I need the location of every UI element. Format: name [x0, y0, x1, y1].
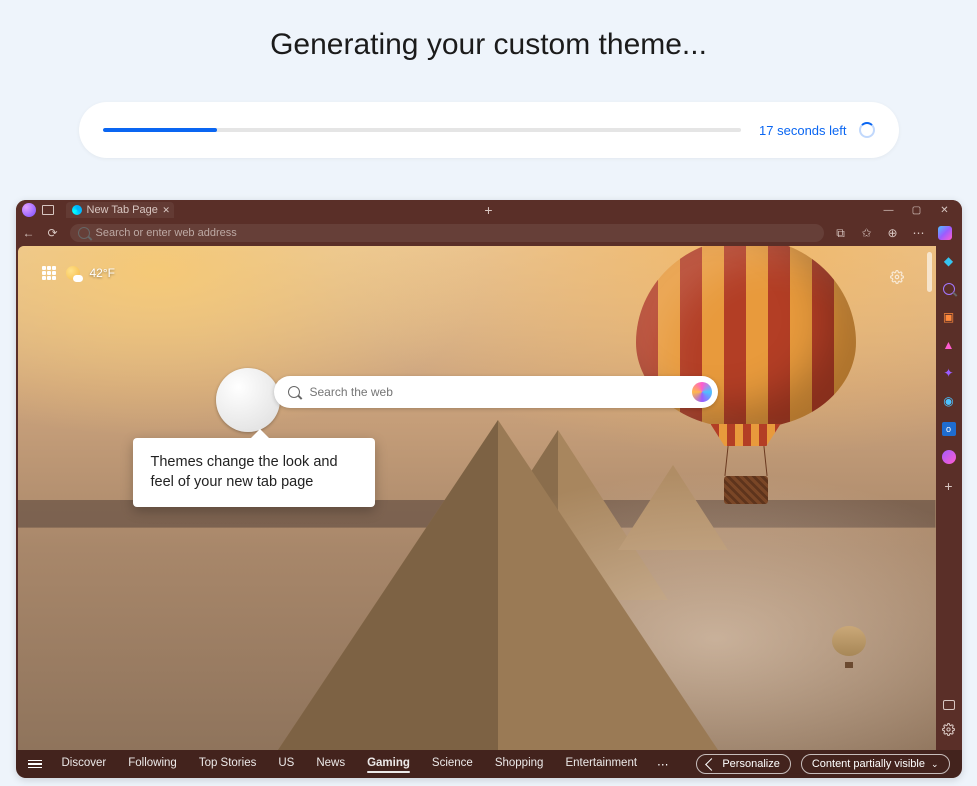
sidebar-settings-icon[interactable] [942, 722, 956, 736]
search-icon [288, 386, 300, 398]
read-aloud-icon[interactable]: ⧉ [834, 226, 848, 241]
profile-avatar-icon[interactable] [22, 203, 36, 217]
sidebar-games-icon[interactable]: ▲ [942, 338, 956, 352]
sidebar-search-icon[interactable] [942, 282, 956, 296]
tab-actions-icon[interactable] [42, 205, 54, 215]
tooltip-text: Themes change the look and feel of your … [151, 454, 338, 490]
copilot-icon[interactable] [938, 226, 952, 240]
maximize-button[interactable]: ▢ [912, 205, 922, 216]
back-button[interactable]: ← [22, 226, 36, 240]
weather-icon[interactable] [66, 266, 80, 280]
copilot-chip-icon[interactable] [692, 382, 712, 402]
sidebar-toggle-icon[interactable] [943, 700, 955, 710]
feed-more-icon[interactable]: ⋯ [657, 757, 671, 771]
sidebar-rewards-icon[interactable]: ✦ [942, 366, 956, 380]
app-launcher-icon[interactable] [42, 266, 56, 280]
edge-favicon-icon [72, 205, 82, 215]
browser-toolbar: ← ⟳ Search or enter web address ⧉ ✩ ⊕ ⋯ [16, 220, 962, 246]
progress-time-label: 17 seconds left [759, 123, 846, 138]
personalize-label: Personalize [722, 758, 779, 770]
scrollbar-thumb[interactable] [927, 252, 932, 292]
feed-tab-top-stories[interactable]: Top Stories [199, 757, 257, 772]
close-window-button[interactable]: ✕ [940, 205, 950, 216]
feed-tab-science[interactable]: Science [432, 757, 473, 772]
favorites-icon[interactable]: ✩ [860, 226, 874, 241]
feed-menu-icon[interactable] [28, 760, 42, 769]
refresh-button[interactable]: ⟳ [46, 226, 60, 240]
edge-sidebar: ◆ ▣ ▲ ✦ ◉ o + [936, 246, 962, 750]
chevron-down-icon: ⌄ [931, 759, 939, 770]
search-icon [78, 227, 90, 239]
feed-tab-discover[interactable]: Discover [62, 757, 107, 772]
web-search-input[interactable] [310, 385, 682, 399]
close-tab-icon[interactable]: ✕ [162, 205, 170, 216]
feed-tab-us[interactable]: US [278, 757, 294, 772]
more-icon[interactable]: ⋯ [912, 226, 926, 241]
address-bar[interactable]: Search or enter web address [70, 224, 824, 242]
progress-track [103, 128, 742, 132]
new-tab-page: 42°F Themes change the look and feel of … [18, 246, 936, 750]
sidebar-chat-icon[interactable]: ◆ [942, 254, 956, 268]
content-visibility-button[interactable]: Content partially visible ⌄ [801, 754, 950, 774]
profile-bubble[interactable] [216, 368, 280, 432]
feed-tabs: Discover Following Top Stories US News Gaming… [62, 757, 638, 772]
temperature-label[interactable]: 42°F [90, 266, 115, 280]
web-search-box[interactable] [274, 376, 718, 408]
page-settings-icon[interactable] [890, 270, 904, 289]
pencil-icon [705, 758, 718, 771]
hot-air-balloon-distant [832, 626, 866, 670]
feed-bar: Discover Following Top Stories US News Gaming… [16, 750, 962, 778]
content-row: 42°F Themes change the look and feel of … [16, 246, 962, 750]
window-titlebar: New Tab Page ✕ + — ▢ ✕ [16, 200, 962, 220]
minimize-button[interactable]: — [884, 205, 894, 216]
spinner-icon [859, 122, 875, 138]
new-tab-button[interactable]: + [484, 202, 492, 218]
sidebar-shopping-icon[interactable]: ▣ [942, 310, 956, 324]
feed-tab-entertainment[interactable]: Entertainment [565, 757, 637, 772]
hot-air-balloon [636, 246, 856, 498]
ntp-topbar: 42°F [42, 266, 115, 280]
sidebar-outlook-icon[interactable]: o [942, 422, 956, 436]
feed-tab-news[interactable]: News [316, 757, 345, 772]
page-title: Generating your custom theme... [0, 0, 977, 62]
sidebar-people-icon[interactable]: ◉ [942, 394, 956, 408]
collections-icon[interactable]: ⊕ [886, 226, 900, 241]
browser-tab[interactable]: New Tab Page ✕ [66, 202, 174, 218]
tab-title: New Tab Page [87, 204, 158, 216]
personalize-button[interactable]: Personalize [696, 754, 790, 774]
theme-tooltip: Themes change the look and feel of your … [133, 438, 375, 507]
progress-fill [103, 128, 218, 132]
visibility-label: Content partially visible [812, 758, 925, 770]
feed-tab-following[interactable]: Following [128, 757, 177, 772]
feed-tab-shopping[interactable]: Shopping [495, 757, 544, 772]
feed-tab-gaming[interactable]: Gaming [367, 757, 410, 772]
sidebar-add-button[interactable]: + [944, 478, 952, 494]
browser-preview: New Tab Page ✕ + — ▢ ✕ ← ⟳ Search or ent… [16, 200, 962, 778]
address-placeholder: Search or enter web address [96, 227, 237, 239]
progress-card: 17 seconds left [79, 102, 899, 158]
sidebar-messenger-icon[interactable] [942, 450, 956, 464]
